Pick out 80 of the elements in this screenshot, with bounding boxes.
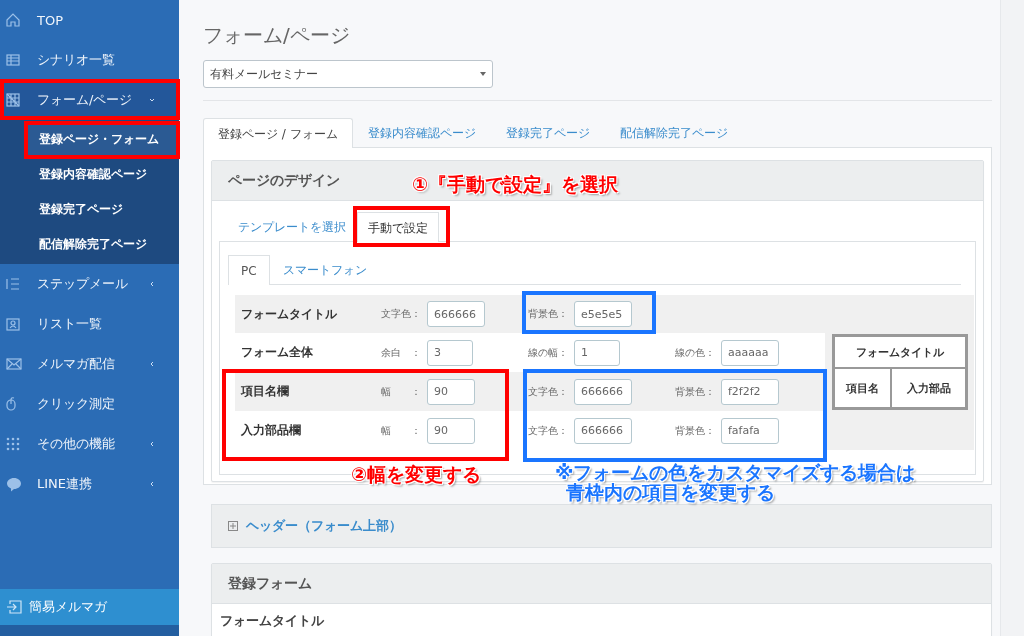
- sidebar-item-label: シナリオ一覧: [37, 51, 116, 69]
- field-label: 幅 ：: [381, 423, 422, 438]
- sidebar-item-label: LINE連携: [37, 475, 93, 493]
- field-label: 背景色：: [675, 384, 716, 399]
- row-label: フォームタイトル: [241, 305, 337, 323]
- preview-input-label: 入力部品: [906, 381, 951, 395]
- input-field[interactable]: 1: [574, 339, 620, 366]
- input-field[interactable]: e5e5e5: [574, 301, 632, 327]
- panel-title: 登録フォーム: [212, 564, 991, 604]
- field-label: 余白 ：: [381, 345, 422, 360]
- dots-grid-icon: [6, 437, 20, 451]
- input-field[interactable]: 3: [427, 339, 473, 366]
- tab[interactable]: スマートフォン: [269, 254, 380, 284]
- sidebar-item-label: メルマガ配信: [37, 355, 116, 373]
- chat-bubble-icon: [6, 476, 22, 492]
- preview-title-text: フォームタイトル: [856, 345, 944, 359]
- tab[interactable]: PC: [228, 255, 270, 285]
- dropdown-caret-icon: [480, 72, 486, 76]
- field-label: 線の幅：: [528, 345, 569, 360]
- input-field[interactable]: 90: [427, 417, 475, 444]
- annotation-text: ①『手動で設定』を選択: [412, 174, 619, 194]
- sidebar-item[interactable]: メルマガ配信: [0, 344, 179, 384]
- row-label: 入力部品欄: [241, 422, 301, 439]
- sign-in-icon: [6, 600, 22, 614]
- select-field[interactable]: 有料メールセミナー: [203, 60, 493, 88]
- sidebar-item-label: クリック測定: [37, 395, 116, 413]
- field-label: 文字色：: [528, 423, 569, 438]
- submenu-item[interactable]: 配信解除完了ページ: [25, 227, 179, 262]
- field-label: 背景色：: [528, 307, 569, 321]
- sidebar-item[interactable]: リスト一覧: [0, 304, 179, 344]
- sidebar-item-label: TOP: [37, 12, 64, 28]
- page-title: フォーム/ページ: [203, 22, 351, 48]
- sidebar-item[interactable]: クリック測定: [0, 384, 179, 424]
- tab[interactable]: 登録完了ページ: [490, 117, 605, 147]
- home-icon: [6, 13, 20, 27]
- panel-title: ヘッダー（フォーム上部）: [246, 517, 402, 535]
- row-label: フォーム全体: [241, 344, 313, 361]
- preview-label-text: 項目名: [846, 381, 880, 395]
- annotation-text: 青枠内の項目を変更する: [566, 482, 775, 502]
- sidebar-item-label: フォーム/ページ: [37, 91, 134, 109]
- contact-icon: [6, 317, 20, 331]
- tab[interactable]: 手動で設定: [357, 212, 439, 242]
- mouse-icon: [6, 397, 16, 411]
- sidebar-item[interactable]: TOP: [0, 0, 179, 40]
- grid-icon: [6, 93, 20, 107]
- field-label: 文字色：: [528, 384, 569, 399]
- field-label: 文字色：: [381, 307, 422, 321]
- field-label: 背景色：: [675, 423, 716, 438]
- tab[interactable]: テンプレートを選択: [227, 211, 357, 241]
- annotation-text: ※フォームの色をカスタマイズする場合は: [555, 462, 916, 482]
- input-field[interactable]: fafafa: [721, 417, 779, 444]
- input-field[interactable]: 666666: [574, 378, 632, 405]
- sidebar-item[interactable]: ステップメール: [0, 264, 179, 304]
- sidebar-item[interactable]: シナリオ一覧: [0, 40, 179, 80]
- input-field[interactable]: f2f2f2: [721, 378, 779, 405]
- input-field[interactable]: 666666: [427, 301, 485, 327]
- field-label: 幅 ：: [381, 384, 422, 399]
- tab[interactable]: 登録ページ / フォーム: [203, 118, 353, 148]
- sidebar-item-label: その他の機能: [37, 435, 116, 453]
- sidebar-item-label: ステップメール: [37, 275, 129, 293]
- submenu-item[interactable]: 登録完了ページ: [25, 192, 179, 227]
- sidebar-item[interactable]: LINE連携: [0, 464, 179, 504]
- list-icon: [6, 277, 20, 291]
- sidebar-item[interactable]: その他の機能: [0, 424, 179, 464]
- sidebar-footer-item[interactable]: 簡易メルマガ: [0, 589, 179, 625]
- table-icon: [6, 54, 20, 66]
- collapsible-panel[interactable]: ヘッダー（フォーム上部）: [211, 504, 992, 548]
- field-label: 線の色：: [675, 345, 716, 360]
- row-label: 項目名欄: [241, 383, 289, 400]
- input-field[interactable]: 90: [427, 378, 475, 405]
- tab[interactable]: 登録内容確認ページ: [352, 117, 491, 147]
- input-field[interactable]: 666666: [574, 417, 632, 444]
- tab[interactable]: 配信解除完了ページ: [604, 117, 743, 147]
- input-field[interactable]: aaaaaa: [721, 339, 779, 366]
- sidebar-item-label: 簡易メルマガ: [29, 598, 107, 616]
- annotation-text: ②幅を変更する: [351, 464, 482, 484]
- envelope-icon: [6, 358, 22, 370]
- sidebar-item-label: リスト一覧: [37, 315, 103, 333]
- submenu-item[interactable]: 登録内容確認ページ: [25, 157, 179, 192]
- field-title: フォームタイトル: [220, 613, 324, 628]
